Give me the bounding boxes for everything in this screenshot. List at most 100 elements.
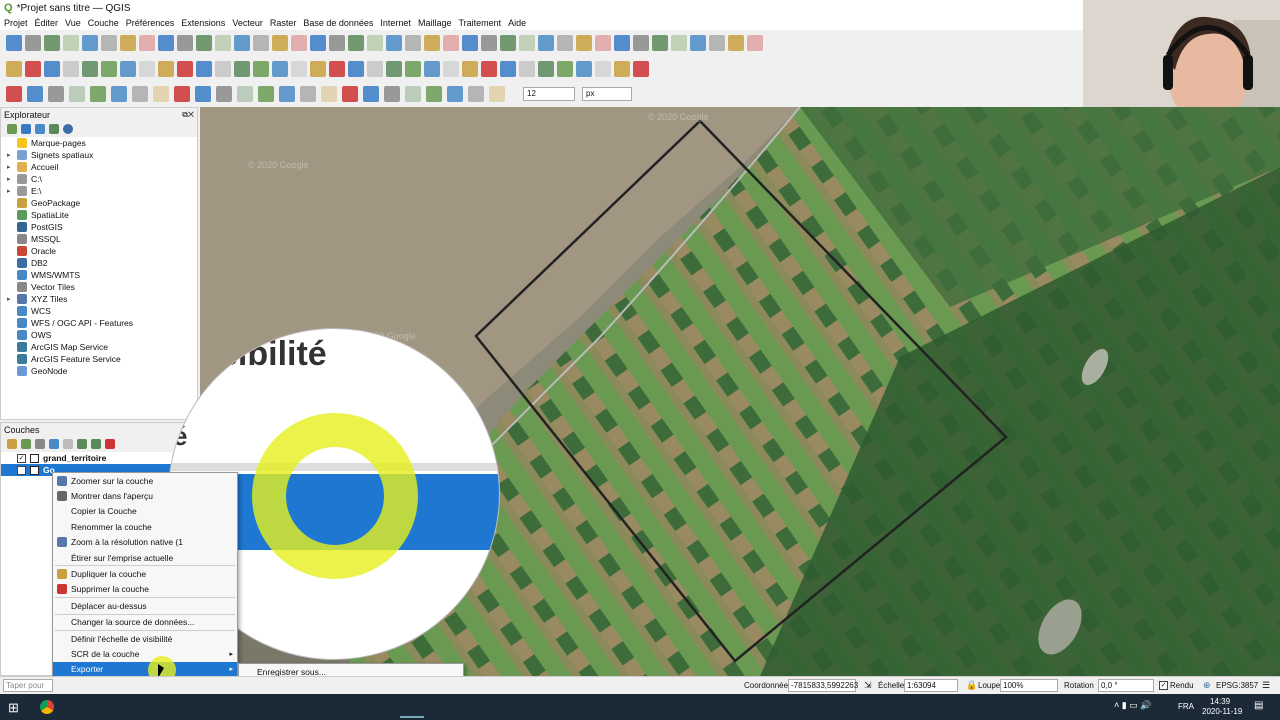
toolbar-tool-icon[interactable] bbox=[300, 86, 316, 102]
menu-item[interactable]: Projet bbox=[4, 18, 28, 28]
toolbar-tool-icon[interactable] bbox=[258, 86, 274, 102]
explorer-item[interactable]: DB2 bbox=[1, 257, 197, 269]
toolbar-tool-icon[interactable] bbox=[48, 86, 64, 102]
toolbar-tool-icon[interactable] bbox=[462, 35, 478, 51]
toolbar-tool-icon[interactable] bbox=[405, 61, 421, 77]
toolbar-tool-icon[interactable] bbox=[342, 86, 358, 102]
toolbar-tool-icon[interactable] bbox=[709, 35, 725, 51]
context-menu-item[interactable]: SCR de la couche ▸ bbox=[53, 646, 237, 661]
explorer-item[interactable]: ▸ C:\ bbox=[1, 173, 197, 185]
toolbar-tool-icon[interactable] bbox=[633, 35, 649, 51]
unit-select[interactable]: px bbox=[582, 87, 632, 101]
explorer-item[interactable]: WFS / OGC API - Features bbox=[1, 317, 197, 329]
lock-icon[interactable]: 🔒 bbox=[966, 680, 977, 691]
filter-icon[interactable] bbox=[35, 124, 45, 134]
toolbar-tool-icon[interactable] bbox=[614, 35, 630, 51]
context-menu-item[interactable]: Zoomer sur la couche bbox=[53, 473, 237, 488]
panel-close-icon[interactable]: ⧉✕ bbox=[182, 110, 197, 120]
explorer-item[interactable]: ArcGIS Feature Service bbox=[1, 353, 197, 365]
toolbar-tool-icon[interactable] bbox=[82, 61, 98, 77]
explorer-item[interactable]: Marque-pages bbox=[1, 137, 197, 149]
explorer-item[interactable]: PostGIS bbox=[1, 221, 197, 233]
toolbar-tool-icon[interactable] bbox=[595, 35, 611, 51]
explorer-item[interactable]: Vector Tiles bbox=[1, 281, 197, 293]
toolbar-tool-icon[interactable] bbox=[348, 35, 364, 51]
toolbar-tool-icon[interactable] bbox=[481, 61, 497, 77]
toolbar-tool-icon[interactable] bbox=[329, 35, 345, 51]
expand-arrow-icon[interactable]: ▸ bbox=[7, 151, 13, 159]
menu-item[interactable]: Maillage bbox=[418, 18, 452, 28]
toolbar-tool-icon[interactable] bbox=[44, 35, 60, 51]
toolbar-tool-icon[interactable] bbox=[27, 86, 43, 102]
toolbar-tool-icon[interactable] bbox=[405, 86, 421, 102]
toolbar-tool-icon[interactable] bbox=[272, 61, 288, 77]
context-menu-item[interactable]: Supprimer la couche bbox=[53, 582, 237, 597]
toolbar-tool-icon[interactable] bbox=[321, 86, 337, 102]
style-icon[interactable] bbox=[7, 439, 17, 449]
toolbar-tool-icon[interactable] bbox=[576, 35, 592, 51]
collapse-all-icon[interactable] bbox=[91, 439, 101, 449]
explorer-item[interactable]: GeoPackage bbox=[1, 197, 197, 209]
toolbar-tool-icon[interactable] bbox=[44, 61, 60, 77]
menu-item[interactable]: Préférences bbox=[126, 18, 175, 28]
toolbar-tool-icon[interactable] bbox=[63, 61, 79, 77]
toolbar-tool-icon[interactable] bbox=[82, 35, 98, 51]
context-menu-item[interactable]: Changer la source de données... bbox=[53, 615, 237, 630]
toolbar-tool-icon[interactable] bbox=[424, 35, 440, 51]
explorer-item[interactable]: Oracle bbox=[1, 245, 197, 257]
menu-item[interactable]: Traitement bbox=[458, 18, 501, 28]
toolbar-tool-icon[interactable] bbox=[6, 61, 22, 77]
toolbar-tool-icon[interactable] bbox=[174, 86, 190, 102]
context-menu-item[interactable]: Zoom à la résolution native (1 bbox=[53, 535, 237, 550]
toolbar-tool-icon[interactable] bbox=[139, 35, 155, 51]
toolbar-tool-icon[interactable] bbox=[196, 61, 212, 77]
rotation-field[interactable]: 0,0 ° bbox=[1098, 679, 1154, 692]
menu-item[interactable]: Aide bbox=[508, 18, 526, 28]
toolbar-tool-icon[interactable] bbox=[6, 86, 22, 102]
toolbar-tool-icon[interactable] bbox=[111, 86, 127, 102]
toolbar-tool-icon[interactable] bbox=[363, 86, 379, 102]
toolbar-tool-icon[interactable] bbox=[132, 86, 148, 102]
toolbar-tool-icon[interactable] bbox=[158, 61, 174, 77]
toolbar-tool-icon[interactable] bbox=[348, 61, 364, 77]
toolbar-tool-icon[interactable] bbox=[6, 35, 22, 51]
collapse-icon[interactable] bbox=[49, 124, 59, 134]
explorer-item[interactable]: WCS bbox=[1, 305, 197, 317]
menu-item[interactable]: Éditer bbox=[35, 18, 59, 28]
explorer-item[interactable]: ArcGIS Map Service bbox=[1, 341, 197, 353]
info-icon[interactable] bbox=[63, 124, 73, 134]
context-menu-item[interactable]: Définir l'échelle de visibilité bbox=[53, 631, 237, 646]
notification-icon[interactable]: ▤ bbox=[1254, 700, 1263, 711]
toolbar-tool-icon[interactable] bbox=[291, 35, 307, 51]
context-menu-item[interactable]: Exporter ▸ bbox=[53, 661, 237, 678]
tray-icons[interactable]: ˄ ▮ ▭ 🔊 bbox=[1114, 700, 1151, 711]
toolbar-tool-icon[interactable] bbox=[120, 35, 136, 51]
crs-icon[interactable]: ⊕ bbox=[1203, 680, 1211, 691]
explorer-item[interactable]: ▸ Accueil bbox=[1, 161, 197, 173]
symbol-size-spinbox[interactable]: 12 bbox=[523, 87, 575, 101]
toolbar-tool-icon[interactable] bbox=[671, 35, 687, 51]
toolbar-tool-icon[interactable] bbox=[101, 35, 117, 51]
toolbar-tool-icon[interactable] bbox=[120, 61, 136, 77]
toolbar-tool-icon[interactable] bbox=[253, 35, 269, 51]
toolbar-tool-icon[interactable] bbox=[500, 35, 516, 51]
magnifier-field[interactable]: 100% bbox=[1000, 679, 1058, 692]
toolbar-tool-icon[interactable] bbox=[690, 35, 706, 51]
toolbar-tool-icon[interactable] bbox=[386, 35, 402, 51]
explorer-item[interactable]: WMS/WMTS bbox=[1, 269, 197, 281]
chrome-icon[interactable] bbox=[40, 700, 54, 714]
toolbar-tool-icon[interactable] bbox=[195, 86, 211, 102]
explorer-item[interactable]: ▸ Signets spatiaux bbox=[1, 149, 197, 161]
context-menu-item[interactable]: Copier la Couche bbox=[53, 504, 237, 519]
toolbar-tool-icon[interactable] bbox=[101, 61, 117, 77]
toolbar-tool-icon[interactable] bbox=[447, 86, 463, 102]
clock-date[interactable]: 2020-11-19 bbox=[1202, 707, 1242, 716]
toolbar-tool-icon[interactable] bbox=[538, 61, 554, 77]
toolbar-tool-icon[interactable] bbox=[443, 35, 459, 51]
toolbar-tool-icon[interactable] bbox=[215, 35, 231, 51]
toolbar-tool-icon[interactable] bbox=[728, 35, 744, 51]
toolbar-tool-icon[interactable] bbox=[25, 61, 41, 77]
menu-item[interactable]: Vecteur bbox=[232, 18, 263, 28]
toolbar-tool-icon[interactable] bbox=[595, 61, 611, 77]
menu-item[interactable]: Raster bbox=[270, 18, 297, 28]
